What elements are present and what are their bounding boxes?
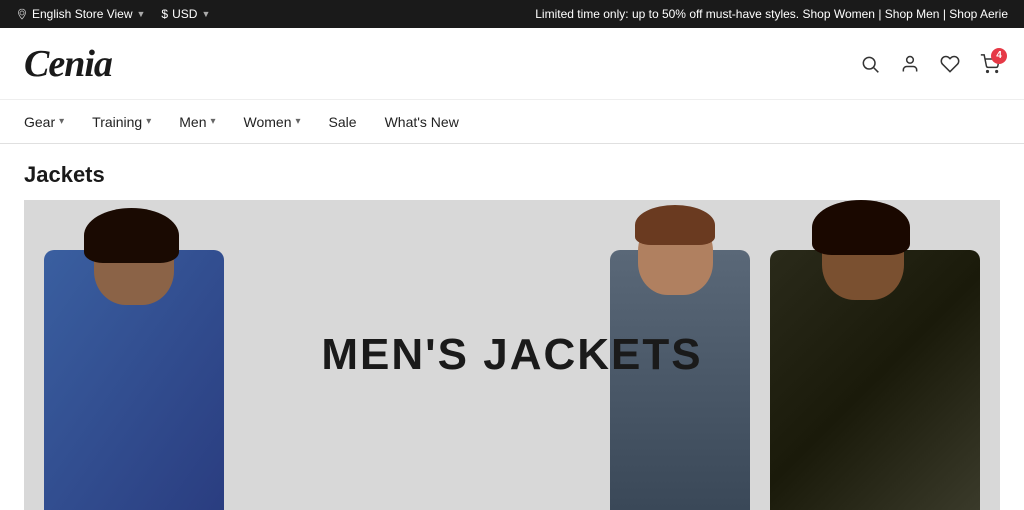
shop-women-link[interactable]: Shop Women — [802, 7, 875, 21]
shop-men-link[interactable]: Shop Men — [885, 7, 940, 21]
page-title-section: Jackets — [0, 144, 1024, 200]
nav-gear-chevron: ▾ — [59, 116, 64, 127]
nav-item-men[interactable]: Men ▾ — [165, 100, 229, 143]
nav-item-women[interactable]: Women ▾ — [230, 100, 315, 143]
account-button[interactable] — [900, 54, 920, 74]
cart-button[interactable]: 4 — [980, 54, 1000, 74]
search-icon — [860, 54, 880, 74]
search-button[interactable] — [860, 54, 880, 74]
main-nav: Gear ▾ Training ▾ Men ▾ Women ▾ Sale Wha… — [0, 100, 1024, 144]
nav-sale-label: Sale — [329, 114, 357, 130]
figure-left-hair — [84, 208, 179, 263]
header: Cenia 4 — [0, 28, 1024, 100]
nav-item-sale[interactable]: Sale — [315, 100, 371, 143]
top-bar: English Store View ▼ $ USD ▼ Limited tim… — [0, 0, 1024, 28]
header-icons: 4 — [860, 54, 1000, 74]
page-title: Jackets — [24, 162, 1000, 188]
top-bar-left: English Store View ▼ $ USD ▼ — [16, 7, 210, 21]
figure-right-container — [750, 200, 1000, 510]
nav-whats-new-label: What's New — [385, 114, 459, 130]
nav-women-chevron: ▾ — [296, 116, 301, 127]
banner-text: MEN'S JACKETS — [321, 330, 702, 380]
nav-training-label: Training — [92, 114, 142, 130]
logo[interactable]: Cenia — [24, 42, 112, 86]
figure-center-hair — [635, 205, 715, 245]
currency-selector[interactable]: $ USD ▼ — [161, 7, 210, 21]
currency-caret: ▼ — [201, 9, 210, 19]
promo-banner: Limited time only: up to 50% off must-ha… — [535, 7, 1008, 21]
promo-text: Limited time only: up to 50% off must-ha… — [535, 7, 799, 21]
nav-gear-label: Gear — [24, 114, 55, 130]
wishlist-button[interactable] — [940, 54, 960, 74]
location-icon — [16, 8, 28, 20]
store-view-selector[interactable]: English Store View ▼ — [16, 7, 145, 21]
cart-badge: 4 — [991, 48, 1007, 64]
account-icon — [900, 54, 920, 74]
nav-women-label: Women — [244, 114, 292, 130]
nav-men-label: Men — [179, 114, 206, 130]
nav-item-whats-new[interactable]: What's New — [371, 100, 473, 143]
nav-item-training[interactable]: Training ▾ — [78, 100, 165, 143]
currency-label: USD — [172, 7, 197, 21]
nav-item-gear[interactable]: Gear ▾ — [24, 100, 78, 143]
figure-left-container — [24, 200, 244, 510]
nav-men-chevron: ▾ — [210, 116, 215, 127]
shop-aerie-link[interactable]: Shop Aerie — [949, 7, 1008, 21]
currency-symbol: $ — [161, 7, 168, 21]
banner: MEN'S JACKETS — [24, 200, 1000, 510]
store-view-caret: ▼ — [137, 9, 146, 19]
store-view-label: English Store View — [32, 7, 133, 21]
figure-right-hair — [812, 200, 910, 255]
heart-icon — [940, 54, 960, 74]
nav-training-chevron: ▾ — [146, 116, 151, 127]
